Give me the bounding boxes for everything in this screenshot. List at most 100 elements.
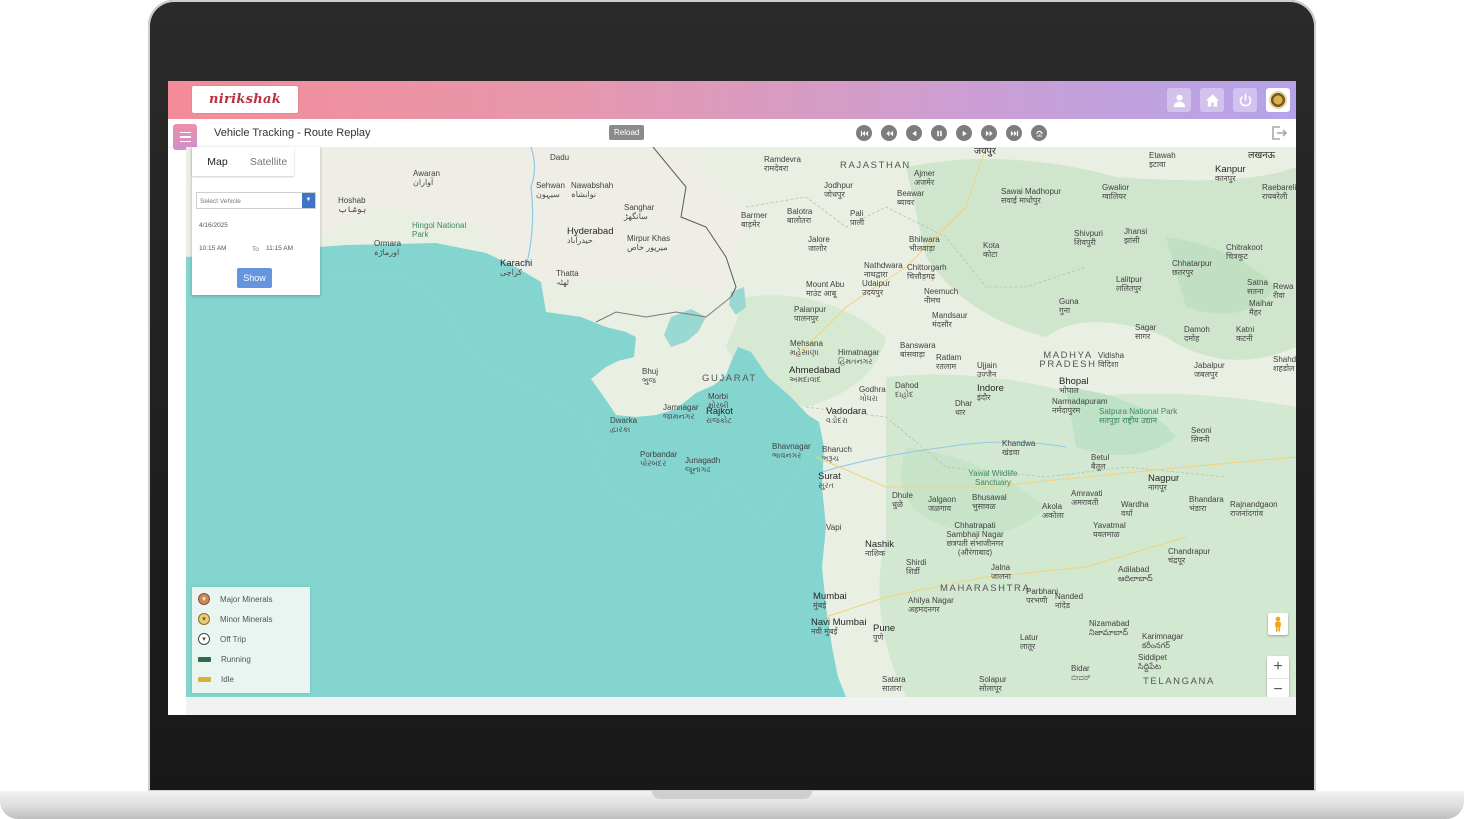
off-trip-icon: ▾ (198, 633, 210, 645)
vehicle-select[interactable]: Select Vehicle ▼ (196, 192, 316, 209)
zoom-in-button[interactable]: + (1267, 656, 1289, 678)
header-icons (1167, 88, 1290, 112)
home-icon[interactable] (1200, 88, 1224, 112)
filter-panel: Map Satellite Select Vehicle ▼ 4/16/2025… (192, 147, 320, 295)
map-label: Jhansi झांसी (1124, 227, 1148, 245)
zoom-control: + − (1267, 656, 1289, 701)
app-logo[interactable]: nirikshak (192, 86, 298, 113)
chevron-down-icon[interactable]: ▼ (302, 193, 315, 208)
map-label: Seoni सिवनी (1191, 426, 1212, 444)
map-label: Bhilwara भीलवाड़ा (909, 235, 940, 253)
map-label: Shahdolशहडोल (1273, 355, 1296, 373)
street-view-pegman-icon[interactable] (1268, 613, 1288, 635)
state-label: MADHYA PRADESH (1039, 350, 1097, 370)
map-label: Etawah इटावा (1149, 151, 1176, 169)
map-label: Khandwa खंडवा (1002, 439, 1036, 457)
map-label: Mirpur Khas میرپور خاص (627, 234, 671, 252)
map-label: Nathdwara नाथद्वारा (864, 261, 903, 279)
map-label: Solapur सोलापूर (979, 675, 1007, 693)
map-label: Raebareli रायबरेली (1262, 183, 1296, 201)
skip-start-icon[interactable] (856, 125, 872, 141)
map-label: Yavatmal यवतमाळ (1093, 521, 1126, 539)
map-label: Ujjain उज्जैन (977, 361, 998, 379)
idle-icon (198, 676, 211, 682)
map-label: Hoshab ہوشاب (338, 196, 367, 214)
tab-satellite[interactable]: Satellite (243, 147, 294, 176)
map-label: Bhandara भंडारा (1189, 495, 1224, 513)
reload-button[interactable]: Reload (609, 125, 645, 140)
date-field[interactable]: 4/16/2025 (199, 222, 228, 229)
time-from-field[interactable]: 10:15 AM (199, 245, 226, 252)
play-icon[interactable] (956, 125, 972, 141)
map-label: Dwarka દ્વારકા (610, 416, 638, 434)
map-label: Vidisha विदिशा (1098, 351, 1125, 369)
replay-controls (856, 125, 1047, 141)
map-label: Ormara اورماڑہ (374, 239, 402, 257)
legend-item-off-trip: ▾ Off Trip (198, 632, 246, 646)
map-label: Chitrakoot चित्रकूट (1226, 243, 1263, 261)
user-icon[interactable] (1167, 88, 1191, 112)
map-label: Mandsaur मंदसौर (932, 311, 968, 329)
map-canvas[interactable]: Dadu Ramdevra रामदेवरा जयपुर Etawah इटावा … (186, 147, 1296, 697)
speed-icon[interactable] (1031, 125, 1047, 141)
exit-icon[interactable] (1270, 124, 1288, 142)
toolbar: Vehicle Tracking - Route Replay Reload (168, 119, 1296, 150)
emblem-icon[interactable] (1266, 88, 1290, 112)
step-back-icon[interactable] (906, 125, 922, 141)
map-legend: ▾ Major Minerals ▾ Minor Minerals ▾ Off … (192, 587, 310, 693)
minor-minerals-icon: ▾ (198, 613, 210, 625)
map-footer-strip (186, 697, 1296, 715)
map-label: Ratlam रतलाम (936, 353, 962, 371)
map-label: Shivpuri शिवपुरी (1074, 229, 1103, 247)
map-label: Mehsana મહેસાણા (790, 339, 823, 357)
map-label: Neemuch नीमच (924, 287, 959, 305)
map-label: Himatnagar હિંમતનગર (838, 348, 880, 366)
map-label: Beawar ब्यावर (897, 189, 925, 207)
map-label: Hingol National Park (412, 221, 467, 239)
skip-end-icon[interactable] (1006, 125, 1022, 141)
map-label: Nashik नाशिक (865, 539, 895, 558)
map-label: Amravati अमरावती (1071, 489, 1103, 507)
map-label: Hyderabad حیدرآباد (567, 226, 614, 245)
map-type-tabs: Map Satellite (192, 147, 294, 176)
legend-item-running: Running (198, 652, 251, 666)
map-label: Parbhani परभणी (1026, 587, 1059, 605)
map-label: Surat સુરત (818, 471, 841, 490)
power-icon[interactable] (1233, 88, 1257, 112)
map-label: Ahmedabad અમદાવાદ (789, 365, 841, 384)
map-label: Jalgaon जळगाव (928, 495, 957, 513)
fast-forward-icon[interactable] (981, 125, 997, 141)
map-label: Latur लातूर (1020, 633, 1039, 651)
time-to-field[interactable]: 11:15 AM (266, 245, 293, 252)
tab-map[interactable]: Map (192, 147, 243, 176)
time-to-label: To (252, 246, 259, 253)
map-label: Bidar ಬೀದರ್ (1071, 664, 1091, 682)
map-label: Gwalior ग्वालियर (1102, 183, 1130, 201)
map-label: Thatta ٹھٹہ (556, 269, 579, 287)
map-label: Porbandar પોરબંદર (640, 450, 678, 468)
map-label: Satna सतना (1247, 278, 1268, 296)
map-label: Dhule धुळे (892, 491, 913, 509)
map-label: Kanpur कानपुर (1215, 164, 1246, 183)
map-label: Akola अकोला (1042, 502, 1064, 520)
map-label: Nizamabad నిజామాబాద్ (1089, 619, 1130, 637)
state-label: TELANGANA (1143, 676, 1215, 687)
map-label: Satara सातारा (882, 675, 906, 693)
map-label: Siddipet సిద్దిపేట (1138, 653, 1167, 671)
map-label: Junagadh જૂનાગઢ (685, 456, 721, 474)
laptop-notch (652, 791, 812, 799)
map-label: Yawal Wildlife Sanctuary (968, 469, 1018, 487)
map-label: Shirdi शिर्डी (906, 558, 927, 576)
show-button[interactable]: Show (237, 268, 272, 288)
map-label: Jabalpur जबलपुर (1194, 361, 1225, 379)
map-label: Satpura National Park सतपुड़ा राष्ट्रीय उ… (1099, 407, 1178, 425)
map-label: Jalna जालना (991, 563, 1011, 581)
map-label: Chandrapur चंद्रपूर (1168, 547, 1211, 565)
map-label: Sanghar سانگھڑ (624, 203, 655, 221)
rewind-icon[interactable] (881, 125, 897, 141)
map-label: Udaipur उदयपुर (862, 279, 891, 297)
pause-icon[interactable] (931, 125, 947, 141)
map-label: Bharuch ભરૂચ (822, 445, 852, 463)
map-label: Pali पाली (850, 209, 865, 227)
state-label: RAJASTHAN (840, 160, 911, 171)
